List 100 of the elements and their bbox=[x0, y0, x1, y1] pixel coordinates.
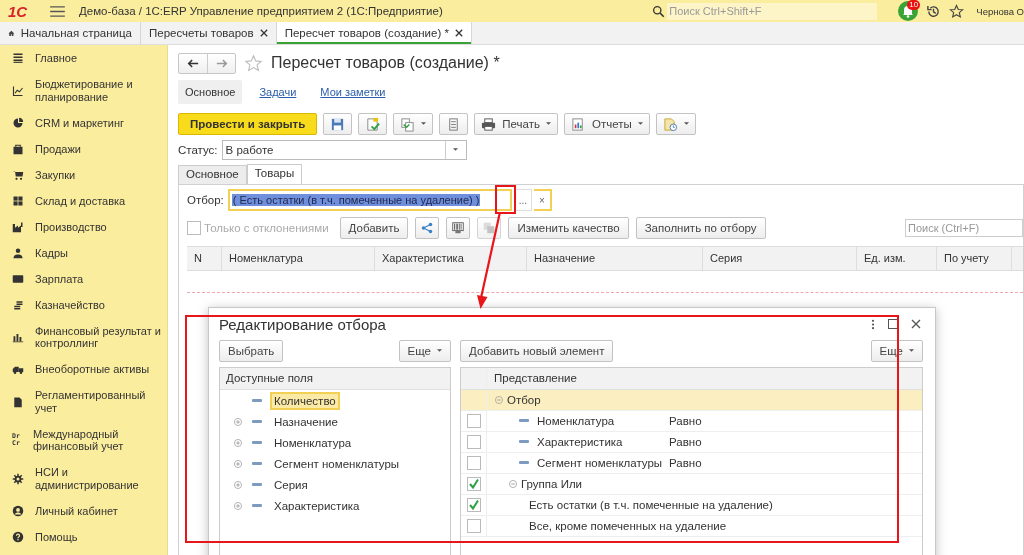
sidebar-item[interactable]: Кадры bbox=[0, 239, 167, 266]
field-item[interactable]: Номенклатура bbox=[270, 433, 356, 452]
document-tab[interactable]: Пересчет товаров (создание) * bbox=[276, 22, 472, 44]
condition-item[interactable]: Есть остатки (в т.ч. помеченные на удаление) bbox=[529, 499, 773, 511]
toolbar-button[interactable] bbox=[655, 113, 696, 135]
save-icon bbox=[330, 116, 346, 132]
toolbar-button[interactable] bbox=[393, 113, 434, 135]
filter-field[interactable]: ( Есть остатки (в т.ч. помеченные на удаление) ) bbox=[227, 189, 512, 211]
toolbar-button[interactable] bbox=[358, 113, 388, 135]
column-header[interactable]: Номенклатура bbox=[222, 247, 375, 270]
cart-icon bbox=[12, 168, 24, 181]
more-button[interactable]: Еще bbox=[398, 340, 451, 362]
checkbox[interactable] bbox=[466, 498, 481, 512]
field-item[interactable]: Количество bbox=[270, 391, 340, 410]
select-button[interactable]: Выбрать bbox=[219, 340, 284, 362]
expand-icon[interactable] bbox=[234, 480, 242, 489]
sidebar-item[interactable]: Закупки bbox=[0, 161, 167, 188]
forward-arrow-icon bbox=[215, 58, 228, 68]
column-header[interactable]: Ед. изм. bbox=[857, 247, 937, 270]
toolbar-button[interactable] bbox=[446, 217, 471, 239]
section-tab[interactable]: Основное bbox=[178, 79, 243, 104]
status-dropdown[interactable]: В работе bbox=[221, 140, 467, 160]
expand-icon[interactable] bbox=[234, 417, 242, 426]
toolbar-button[interactable]: Изменить качество bbox=[508, 217, 629, 239]
clear-button[interactable]: × bbox=[533, 189, 552, 211]
sidebar-item[interactable]: Продажи bbox=[0, 135, 167, 162]
form-tab[interactable]: Товары bbox=[246, 164, 303, 184]
sidebar-item[interactable]: Зарплата bbox=[0, 265, 167, 292]
checkbox[interactable] bbox=[466, 414, 481, 428]
toolbar-button[interactable] bbox=[415, 217, 440, 239]
tab-label: Пересчеты товаров bbox=[149, 27, 254, 39]
column-header[interactable]: Серия bbox=[703, 247, 857, 270]
menu-button[interactable]: Отчеты bbox=[564, 113, 650, 135]
post-and-close-button[interactable]: Провести и закрыть bbox=[178, 113, 318, 135]
tab-label: Начальная страница bbox=[20, 27, 132, 39]
condition-item[interactable]: Отбор bbox=[507, 394, 642, 406]
more-icon[interactable] bbox=[871, 318, 875, 330]
app-logo[interactable]: 1С bbox=[8, 2, 36, 20]
history-icon[interactable] bbox=[926, 3, 942, 19]
comparison-type: Равно bbox=[669, 457, 702, 469]
sidebar-item[interactable]: Главное bbox=[0, 45, 167, 71]
condition-item[interactable]: Все, кроме помеченных на удаление bbox=[529, 520, 727, 532]
menu-button[interactable]: Печать bbox=[474, 113, 558, 135]
notification-count: 10 bbox=[907, 0, 921, 10]
bag-icon bbox=[12, 142, 24, 155]
sidebar-item[interactable]: Регламентированный учет bbox=[0, 382, 167, 421]
collapse-icon[interactable] bbox=[495, 396, 503, 404]
expand-icon[interactable] bbox=[234, 459, 242, 468]
field-item[interactable]: Назначение bbox=[270, 412, 342, 431]
checkbox[interactable] bbox=[466, 519, 481, 533]
maximize-icon[interactable] bbox=[888, 319, 898, 329]
field-item[interactable]: Характеристика bbox=[270, 496, 364, 515]
document-tab[interactable]: Начальная страница bbox=[0, 22, 141, 44]
user-name[interactable]: Чернова О bbox=[976, 5, 1024, 17]
condition-item[interactable]: Группа Или bbox=[521, 478, 656, 490]
column-header[interactable]: Назначение bbox=[527, 247, 703, 270]
checkbox[interactable] bbox=[466, 435, 481, 449]
checkbox[interactable] bbox=[466, 477, 481, 491]
expand-icon[interactable] bbox=[234, 501, 242, 510]
field-item[interactable]: Сегмент номенклатуры bbox=[270, 454, 404, 473]
sidebar-item[interactable]: Финансовый результат и контроллинг bbox=[0, 317, 167, 356]
close-icon[interactable] bbox=[259, 29, 268, 37]
column-header[interactable]: По учету bbox=[937, 247, 1012, 270]
document-clock-icon bbox=[662, 116, 678, 132]
sidebar-item[interactable]: CRM и маркетинг bbox=[0, 109, 167, 136]
sidebar-item[interactable]: Личный кабинет bbox=[0, 497, 167, 524]
sidebar-item[interactable]: Внеоборотные активы bbox=[0, 356, 167, 382]
sidebar-item[interactable]: Бюджетирование и планирование bbox=[0, 71, 167, 110]
close-icon[interactable] bbox=[454, 29, 463, 37]
document-tab[interactable]: Пересчеты товаров bbox=[141, 22, 277, 44]
section-link[interactable]: Задачи bbox=[252, 79, 304, 104]
checkbox[interactable] bbox=[466, 456, 481, 470]
field-icon bbox=[252, 503, 262, 508]
add-element-button[interactable]: Добавить новый элемент bbox=[460, 340, 614, 362]
toolbar-button[interactable] bbox=[323, 113, 353, 135]
sidebar-item[interactable]: Казначейство bbox=[0, 291, 167, 318]
expand-icon[interactable] bbox=[234, 438, 242, 447]
toolbar-button[interactable]: Заполнить по отбору bbox=[635, 217, 766, 239]
column-header[interactable]: N bbox=[187, 247, 222, 270]
sidebar-item[interactable]: Помощь bbox=[0, 523, 167, 550]
sidebar-item[interactable]: Склад и доставка bbox=[0, 187, 167, 214]
search-field[interactable]: Поиск Ctrl+Shift+F bbox=[667, 2, 878, 20]
search-field[interactable]: Поиск (Ctrl+F) bbox=[905, 219, 1023, 237]
sidebar-item[interactable]: НСИ и администрирование bbox=[0, 459, 167, 498]
form-tab[interactable]: Основное bbox=[178, 165, 247, 184]
menu-icon[interactable] bbox=[50, 5, 65, 17]
toolbar-button[interactable] bbox=[439, 113, 469, 135]
sidebar-item[interactable]: Производство bbox=[0, 213, 167, 240]
field-item[interactable]: Серия bbox=[270, 475, 312, 494]
section-link[interactable]: Мои заметки bbox=[313, 79, 393, 104]
column-header: Доступные поля bbox=[220, 368, 450, 390]
close-icon[interactable] bbox=[911, 319, 921, 329]
star-icon[interactable] bbox=[949, 3, 965, 19]
collapse-icon[interactable] bbox=[509, 480, 517, 488]
column-header: Представление bbox=[493, 371, 577, 386]
star-icon[interactable] bbox=[244, 53, 263, 73]
column-header[interactable]: Характеристика bbox=[375, 247, 527, 270]
back-arrow-icon bbox=[187, 58, 199, 68]
dropdown-arrow-icon bbox=[637, 122, 643, 126]
toolbar-button[interactable]: Добавить bbox=[339, 217, 409, 239]
